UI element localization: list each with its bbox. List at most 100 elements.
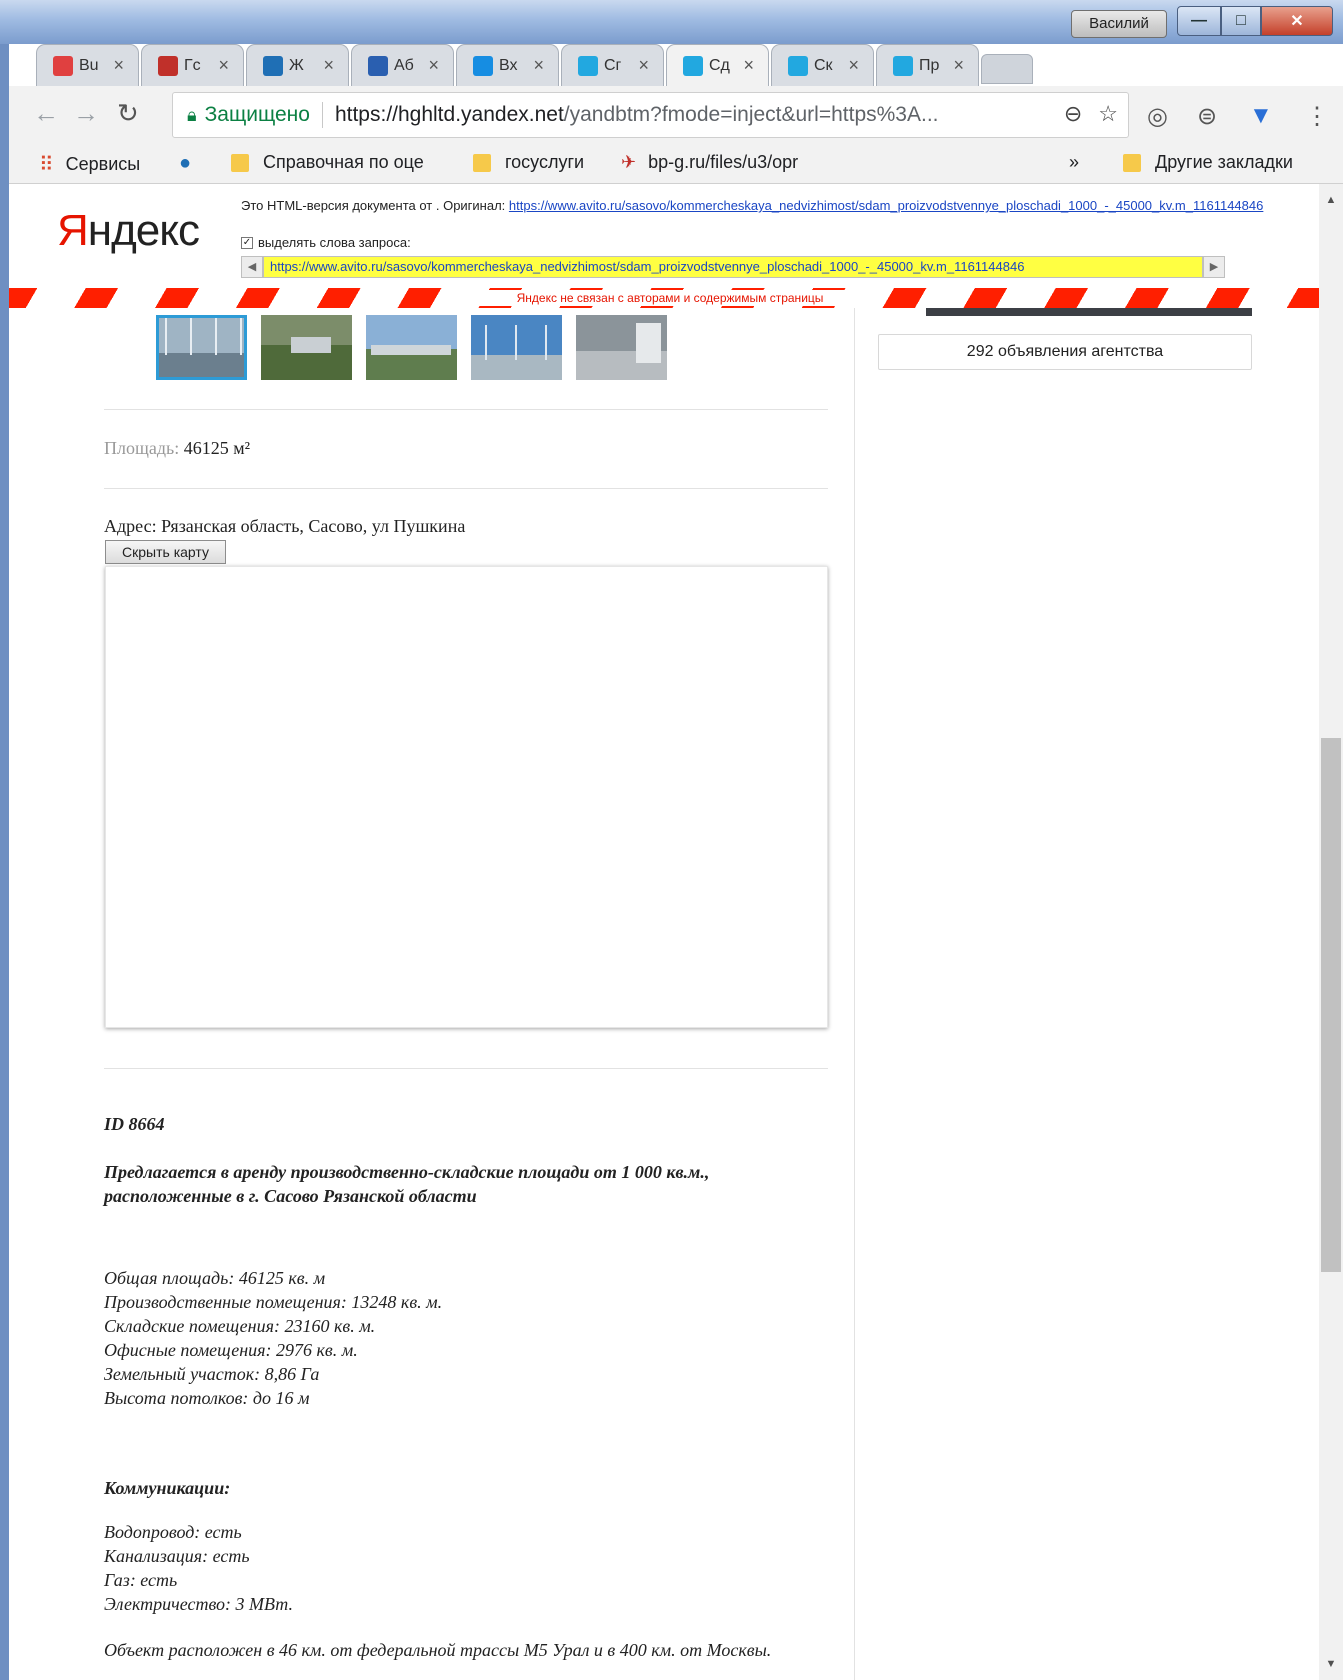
tab-label: Гс [184, 56, 201, 74]
divider [104, 1068, 828, 1069]
extension-sync-icon[interactable]: ⊜ [1197, 102, 1217, 131]
address-bar[interactable]: 🔒︎ Защищено https://hghltd.yandex.net /y… [172, 92, 1129, 138]
minimize-button[interactable]: — [1177, 6, 1221, 36]
close-tab-icon[interactable]: × [743, 55, 754, 76]
agency-ads-button[interactable]: 292 объявления агентства [878, 334, 1252, 370]
paw-icon [683, 55, 703, 76]
photo-thumbnails [156, 315, 667, 380]
omnibox-separator [321, 102, 323, 128]
title-bar: Василий — □ ✕ [0, 0, 1343, 44]
tab-2[interactable]: Гс × [141, 44, 244, 86]
url-host: https://hghltd.yandex.net [334, 103, 564, 126]
comm-line: Электричество: 3 МВт. [104, 1594, 293, 1614]
area-field: Площадь: 46125 м² [104, 438, 250, 459]
toolbar: ← → ↻ 🔒︎ Защищено https://hghltd.yandex.… [9, 86, 1343, 144]
bookmark-bird[interactable]: ● [179, 152, 191, 175]
listing-id: ID 8664 [104, 1114, 165, 1134]
omnibox-icons: ⊖ ☆ [1064, 101, 1118, 127]
mail-icon [473, 55, 493, 76]
communications-title: Коммуникации: [104, 1478, 231, 1498]
apps-grid-icon: ⠿ [39, 154, 54, 176]
spec-line: Складские помещения: 23160 кв. м. [104, 1316, 376, 1336]
bookmark-services[interactable]: ⠿ Сервисы [39, 152, 140, 177]
scroll-up-icon[interactable]: ▲ [1319, 190, 1343, 210]
bookmark-bpg[interactable]: ✈ bp-g.ru/files/u3/opr [621, 152, 798, 173]
close-tab-icon[interactable]: × [533, 55, 544, 76]
disclaimer-text: Яндекс не связан с авторами и содержимым… [470, 290, 870, 306]
area-value: 46125 м² [183, 438, 250, 458]
column-divider [854, 308, 855, 1680]
tab-label: Ж [289, 56, 304, 74]
bookmark-label: Справочная по оце [263, 152, 424, 172]
reload-icon[interactable]: ↻ [117, 98, 139, 129]
tab-7[interactable]: Сд × [666, 44, 769, 86]
scrollbar-thumb[interactable] [1321, 738, 1341, 1272]
cached-url-field[interactable]: https://www.avito.ru/sasovo/kommercheska… [263, 256, 1203, 278]
thumbnail-5[interactable] [576, 315, 667, 380]
thumbnail-2[interactable] [261, 315, 352, 380]
new-tab-button[interactable] [981, 54, 1033, 84]
scroll-down-icon[interactable]: ▼ [1319, 1654, 1343, 1674]
zoom-icon[interactable]: ⊖ [1064, 101, 1082, 127]
checkbox-icon[interactable]: ✓ [241, 236, 253, 249]
am-icon [158, 55, 178, 76]
url-scroll-right[interactable]: ▶ [1203, 256, 1225, 278]
bird-icon: ● [179, 152, 192, 174]
bookmark-gosuslugi[interactable]: госуслуги [473, 152, 584, 173]
close-tab-icon[interactable]: × [323, 55, 334, 76]
spec-line: Общая площадь: 46125 кв. м [104, 1268, 326, 1288]
menu-icon[interactable]: ⋮ [1305, 102, 1329, 131]
close-tab-icon[interactable]: × [113, 55, 124, 76]
close-tab-icon[interactable]: × [428, 55, 439, 76]
headline-line-2: расположенные в г. Сасово Рязанской обла… [104, 1186, 477, 1206]
close-window-button[interactable]: ✕ [1261, 6, 1333, 36]
tab-9[interactable]: Пр × [876, 44, 979, 86]
stripe-icon [53, 55, 73, 76]
tab-6[interactable]: Сг × [561, 44, 664, 86]
bookmarks-bar: ⠿ Сервисы ● Справочная по оце госуслуги … [9, 144, 1343, 184]
logo-first-letter: Я [57, 206, 89, 255]
maximize-button[interactable]: □ [1221, 6, 1261, 36]
yandex-logo[interactable]: Яндекс [57, 206, 200, 256]
thumbnail-3[interactable] [366, 315, 457, 380]
paw-icon [893, 55, 913, 76]
close-tab-icon[interactable]: × [953, 55, 964, 76]
comm-line: Газ: есть [104, 1570, 178, 1590]
close-tab-icon[interactable]: × [218, 55, 229, 76]
thumbnail-4[interactable] [471, 315, 562, 380]
bookmark-reference[interactable]: Справочная по оце [231, 152, 424, 173]
url-scroll-left[interactable]: ◀ [241, 256, 263, 278]
comm-line: Водопровод: есть [104, 1522, 242, 1542]
extension-drop-icon[interactable]: ◎ [1147, 102, 1168, 131]
tab-5[interactable]: Вх × [456, 44, 559, 86]
tab-label: Аб [394, 56, 414, 74]
spec-line: Земельный участок: 8,86 Га [104, 1364, 320, 1384]
highlight-label: выделять слова запроса: [258, 235, 411, 250]
highlight-option[interactable]: ✓ выделять слова запроса: [241, 235, 411, 250]
tab-1[interactable]: Bu × [36, 44, 139, 86]
profile-button[interactable]: Василий [1071, 10, 1167, 38]
bookmark-star-icon[interactable]: ☆ [1098, 101, 1118, 127]
map-container[interactable] [105, 566, 828, 1028]
cache-note-text: Это HTML-версия документа от . Оригинал: [241, 198, 509, 213]
close-tab-icon[interactable]: × [638, 55, 649, 76]
forward-icon[interactable]: → [73, 98, 99, 129]
page-content: Площадь: 46125 м² Адрес: Рязанская облас… [9, 308, 1319, 1680]
specs-list: Общая площадь: 46125 кв. м Производствен… [104, 1266, 442, 1410]
bookmarks-overflow[interactable]: » [1069, 152, 1079, 173]
paw-icon [788, 55, 808, 76]
bookmark-label: госуслуги [505, 152, 585, 172]
bookmark-other[interactable]: Другие закладки [1123, 152, 1293, 173]
original-link[interactable]: https://www.avito.ru/sasovo/kommercheska… [509, 198, 1263, 213]
comm-line: Канализация: есть [104, 1546, 250, 1566]
communications-list: Водопровод: есть Канализация: есть Газ: … [104, 1520, 293, 1616]
thumbnail-1[interactable] [156, 315, 247, 380]
tab-4[interactable]: Аб × [351, 44, 454, 86]
tab-3[interactable]: Ж × [246, 44, 349, 86]
back-icon[interactable]: ← [33, 98, 59, 129]
hide-map-button[interactable]: Скрыть карту [105, 540, 226, 564]
extension-v-icon[interactable]: ▼ [1249, 102, 1273, 130]
close-tab-icon[interactable]: × [848, 55, 859, 76]
bookmark-label: Сервисы [65, 154, 141, 174]
tab-8[interactable]: Ск × [771, 44, 874, 86]
